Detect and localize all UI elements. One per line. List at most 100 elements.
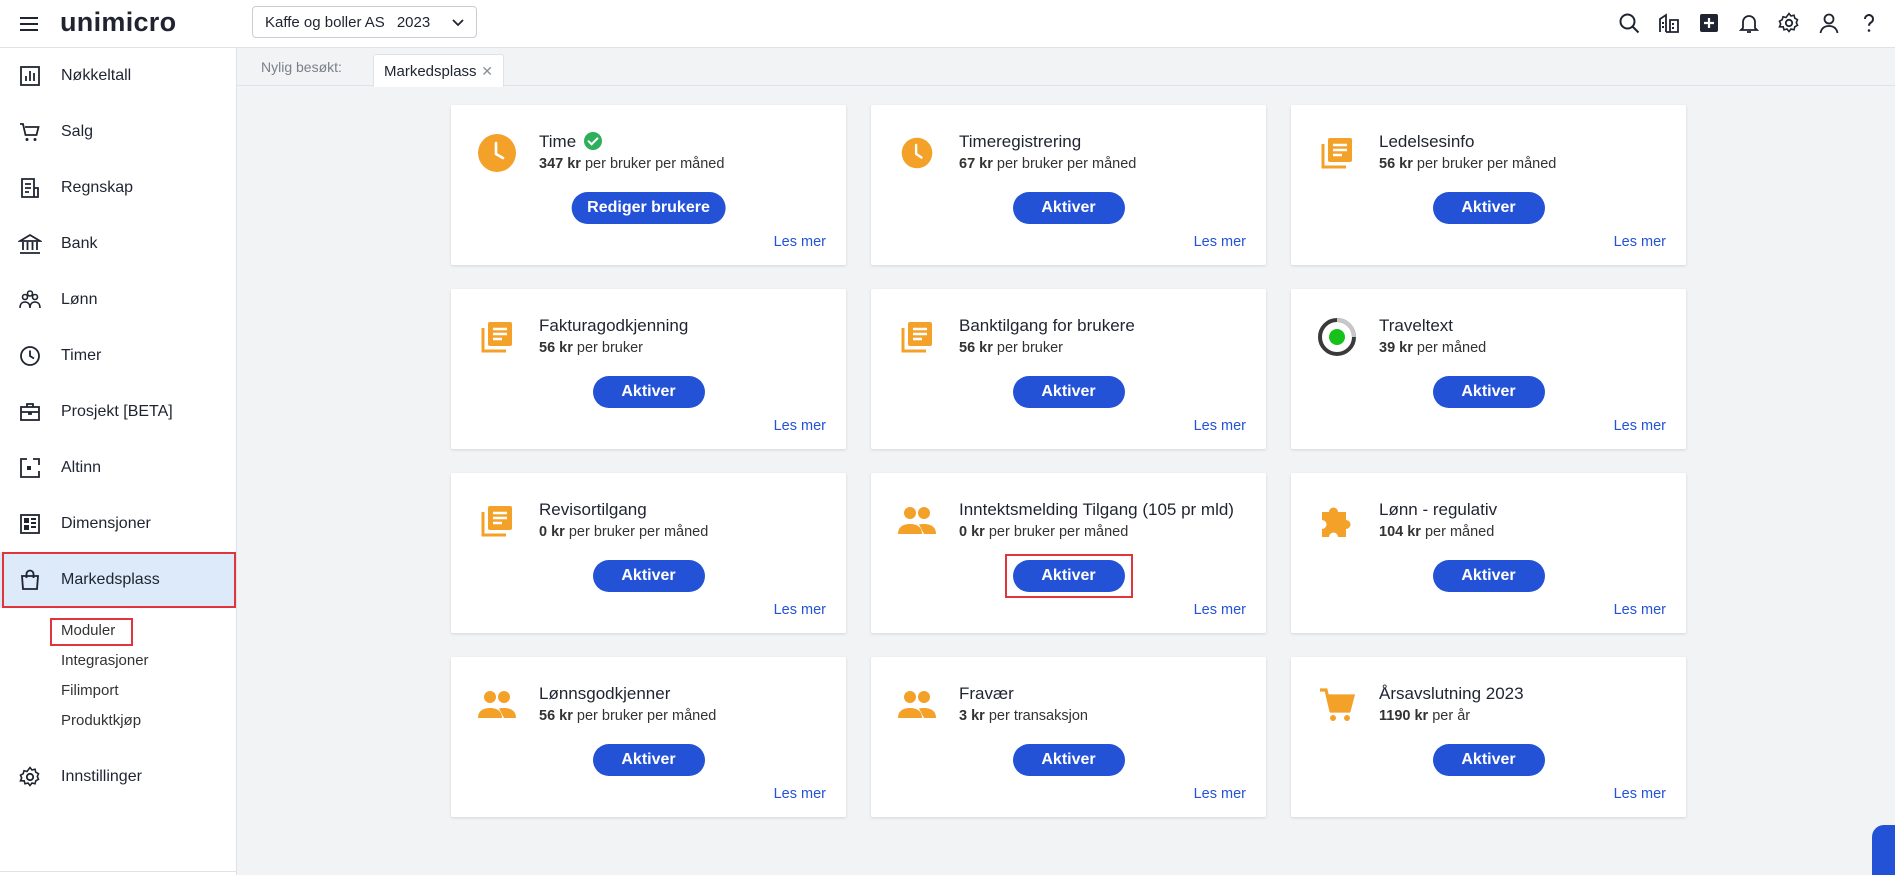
read-more-link[interactable]: Les mer — [1614, 418, 1666, 434]
sidebar-item-label: Bank — [61, 235, 98, 252]
app-logo[interactable]: unimicro — [60, 7, 176, 38]
add-square-icon[interactable] — [1695, 9, 1723, 37]
sidebar-item-nokkeltall[interactable]: Nøkkeltall — [0, 48, 236, 104]
read-more-link[interactable]: Les mer — [774, 786, 826, 802]
chat-tab[interactable] — [1872, 825, 1895, 875]
subitem-filimport[interactable]: Filimport — [61, 682, 119, 699]
dimensions-icon — [18, 512, 42, 536]
tab-markedsplass[interactable]: Markedsplass ✕ — [373, 54, 504, 87]
sidebar-item-label: Timer — [61, 347, 102, 364]
bank-icon — [16, 232, 44, 256]
read-more-link[interactable]: Les mer — [774, 418, 826, 434]
subitem-produktkjop[interactable]: Produktkjøp — [61, 712, 141, 729]
sidebar-item-markedsplass[interactable]: Markedsplass — [0, 552, 236, 608]
module-card: Lønn - regulativ 104 kr per måned Aktiver L… — [1291, 473, 1686, 633]
activate-button[interactable]: Aktiver — [592, 744, 705, 776]
subitem-label: Integrasjoner — [61, 652, 149, 669]
read-more-link[interactable]: Les mer — [1194, 602, 1246, 618]
activate-button[interactable]: Aktiver — [592, 560, 705, 592]
chevron-down-icon — [452, 19, 464, 27]
chart-icon — [18, 64, 42, 88]
subitem-moduler[interactable]: Moduler — [50, 618, 133, 646]
company-select[interactable]: Kaffe og boller AS 2023 — [252, 6, 477, 38]
read-more-link[interactable]: Les mer — [1614, 786, 1666, 802]
module-price: 56 kr per bruker per måned — [539, 708, 717, 724]
library-icon — [897, 317, 937, 357]
sidebar-item-bank[interactable]: Bank — [0, 216, 236, 272]
module-title: Lønn - regulativ — [1379, 500, 1498, 519]
sidebar-item-innstillinger[interactable]: Innstillinger — [0, 749, 236, 805]
read-more-link[interactable]: Les mer — [1614, 602, 1666, 618]
read-more-link[interactable]: Les mer — [1194, 418, 1246, 434]
activate-button[interactable]: Aktiver — [592, 376, 705, 408]
module-card: Årsavslutning 2023 1190 kr per år Aktiver L… — [1291, 657, 1686, 817]
subitem-integrasjoner[interactable]: Integrasjoner — [61, 652, 149, 669]
module-price: 347 kr per bruker per måned — [539, 156, 725, 172]
module-title: Fakturagodkjenning — [539, 316, 689, 335]
top-bar: unimicro Kaffe og boller AS 2023 — [0, 0, 1895, 48]
activate-button[interactable]: Aktiver — [1012, 744, 1125, 776]
sidebar-item-prosjekt[interactable]: Prosjekt [BETA] — [0, 384, 236, 440]
module-price: 0 kr per bruker per måned — [539, 524, 709, 540]
module-price: 56 kr per bruker — [539, 340, 643, 356]
activate-button[interactable]: Aktiver — [1432, 560, 1545, 592]
module-price: 56 kr per bruker — [959, 340, 1063, 356]
activate-button[interactable]: Aktiver — [1012, 376, 1125, 408]
sidebar-item-label: Nøkkeltall — [61, 67, 132, 84]
highlight-box — [1004, 554, 1133, 598]
module-card: Traveltext 39 kr per måned Aktiver Les mer — [1291, 289, 1686, 449]
sidebar-item-label: Salg — [61, 123, 94, 140]
module-title: Inntektsmelding Tilgang (105 pr mld) — [959, 500, 1234, 519]
module-card: Lønnsgodkjenner 56 kr per bruker per måne… — [451, 657, 846, 817]
library-icon — [477, 501, 517, 541]
company-year: 2023 — [396, 13, 431, 31]
activate-button[interactable]: Aktiver — [1432, 376, 1545, 408]
clock-icon — [477, 133, 517, 173]
activate-button[interactable]: Aktiver — [1004, 554, 1133, 598]
sidebar-item-dimensjoner[interactable]: Dimensjoner — [0, 496, 236, 552]
close-icon[interactable]: ✕ — [481, 63, 493, 80]
people-icon — [897, 501, 937, 541]
gear-icon — [18, 765, 42, 789]
sidebar: Nøkkeltall Salg Regnskap Bank Lønn Timer… — [0, 48, 237, 875]
search-icon[interactable] — [1615, 9, 1643, 37]
sidebar-item-regnskap[interactable]: Regnskap — [0, 160, 236, 216]
cart-icon — [1317, 685, 1357, 725]
module-card: Ledelsesinfo 56 kr per bruker per måned Ak… — [1291, 105, 1686, 265]
bell-icon[interactable] — [1735, 9, 1763, 37]
cart-icon — [18, 120, 42, 144]
module-price: 1190 kr per år — [1379, 708, 1471, 724]
read-more-link[interactable]: Les mer — [774, 234, 826, 250]
library-icon — [1317, 133, 1357, 173]
sidebar-item-altinn[interactable]: Altinn — [0, 440, 236, 496]
module-card: Fravær 3 kr per transaksjon Aktiver Les mer — [871, 657, 1266, 817]
module-price: 104 kr per måned — [1379, 524, 1495, 540]
activate-button[interactable]: Aktiver — [1432, 744, 1545, 776]
module-title: Årsavslutning 2023 — [1379, 684, 1524, 703]
tab-label: Markedsplass — [384, 62, 477, 80]
menu-icon[interactable] — [17, 12, 41, 36]
briefcase-icon — [18, 400, 42, 424]
activate-button[interactable]: Aktiver — [1432, 192, 1545, 224]
edit-users-button[interactable]: Rediger brukere — [571, 192, 726, 224]
sidebar-item-salg[interactable]: Salg — [0, 104, 236, 160]
sidebar-item-label: Dimensjoner — [61, 515, 151, 532]
help-icon[interactable] — [1855, 9, 1883, 37]
read-more-link[interactable]: Les mer — [1194, 234, 1246, 250]
building-icon[interactable] — [1655, 9, 1683, 37]
user-icon[interactable] — [1815, 9, 1843, 37]
module-card: Revisortilgang 0 kr per bruker per måned A… — [451, 473, 846, 633]
read-more-link[interactable]: Les mer — [1194, 786, 1246, 802]
read-more-link[interactable]: Les mer — [1614, 234, 1666, 250]
module-price: 67 kr per bruker per måned — [959, 156, 1137, 172]
divider — [0, 871, 236, 872]
read-more-link[interactable]: Les mer — [774, 602, 826, 618]
module-title: Traveltext — [1379, 316, 1454, 335]
gear-icon[interactable] — [1775, 9, 1803, 37]
module-price: 0 kr per bruker per måned — [959, 524, 1129, 540]
sidebar-item-lonn[interactable]: Lønn — [0, 272, 236, 328]
altinn-icon — [18, 456, 42, 480]
activate-button[interactable]: Aktiver — [1012, 192, 1125, 224]
subitem-label: Produktkjøp — [61, 712, 142, 729]
sidebar-item-timer[interactable]: Timer — [0, 328, 236, 384]
